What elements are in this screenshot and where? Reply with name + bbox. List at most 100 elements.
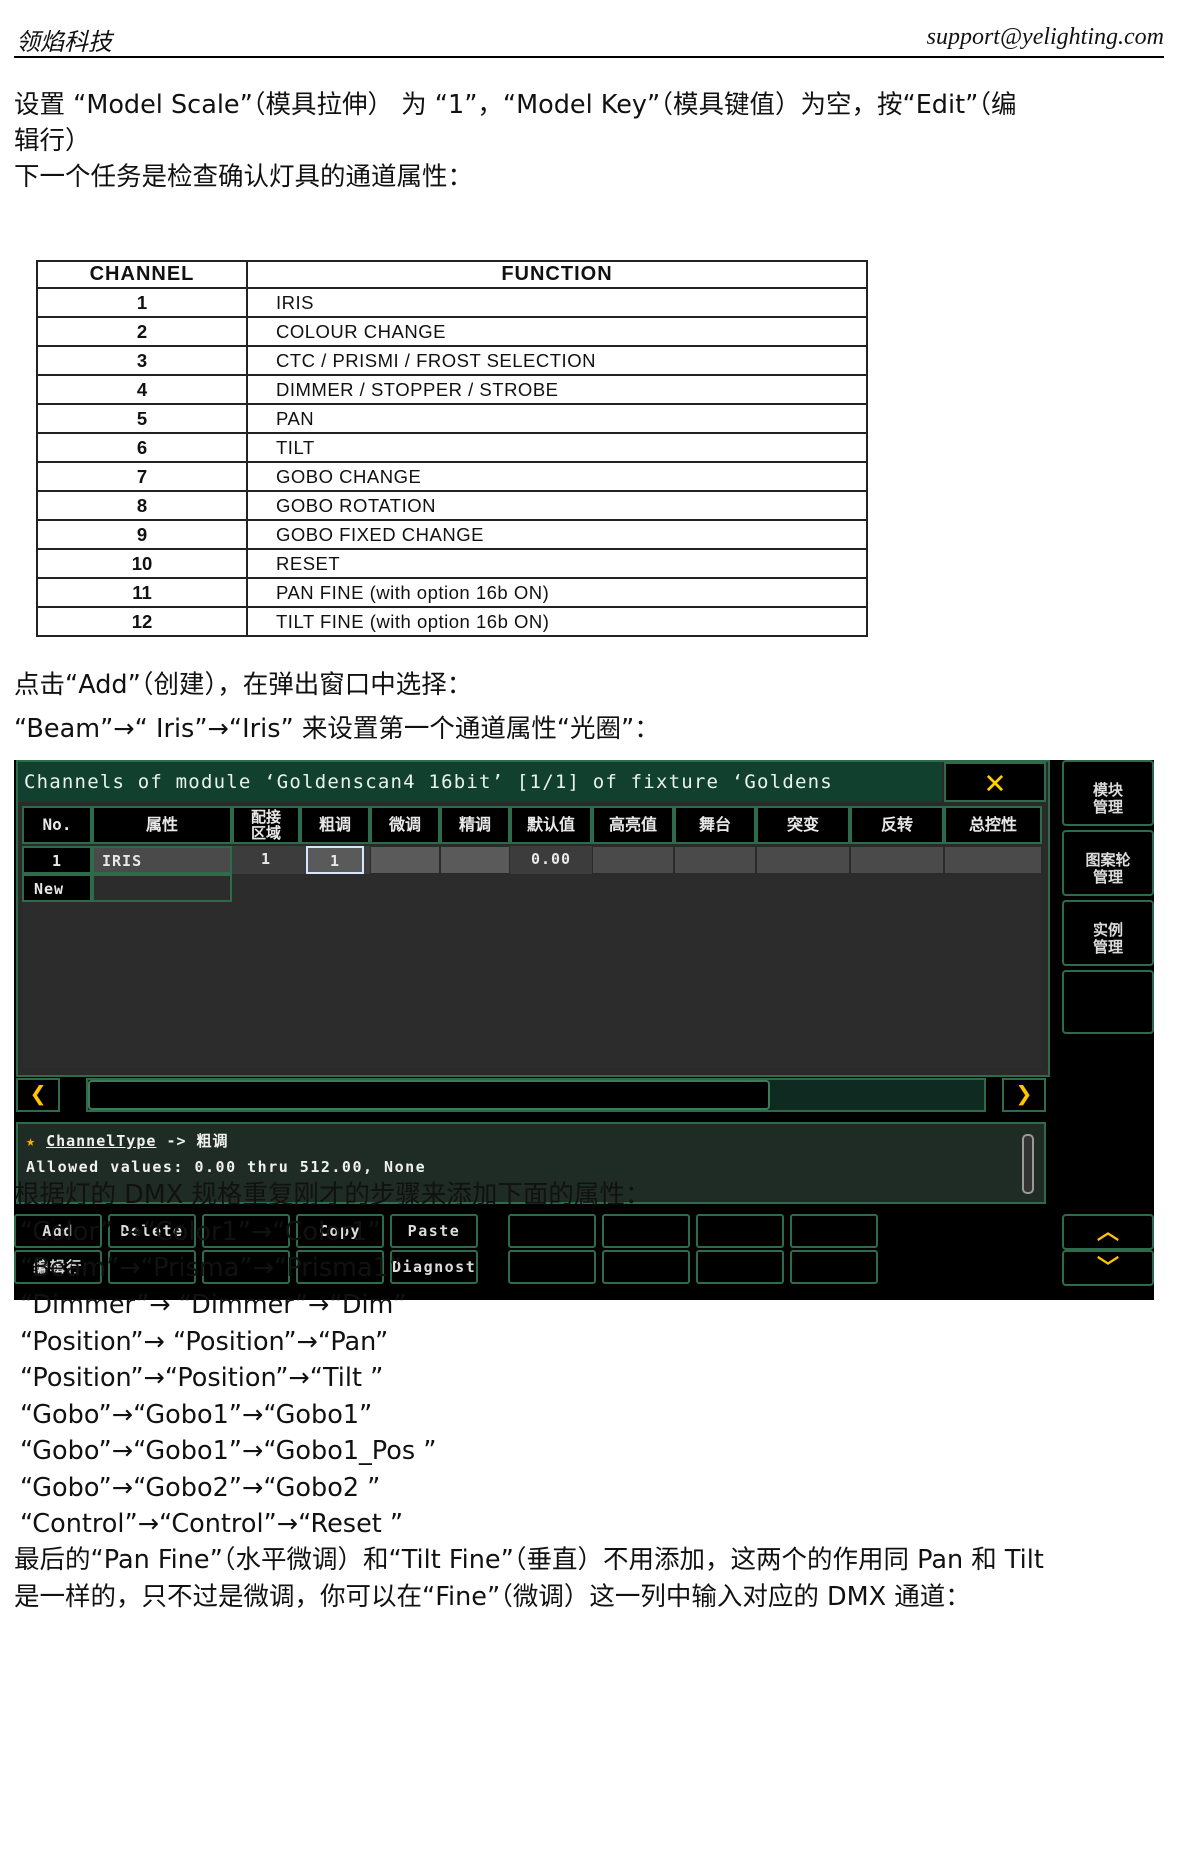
- module-manage-label: 模块 管理: [1092, 781, 1123, 816]
- col-header-no[interactable]: No.: [22, 806, 92, 844]
- channel-type-link[interactable]: ChannelType: [46, 1132, 156, 1150]
- channel-function: IRIS: [246, 287, 868, 318]
- star-icon: ★: [26, 1132, 37, 1150]
- table-row: 9 GOBO FIXED CHANGE: [36, 519, 868, 550]
- horizontal-scrollbar[interactable]: ❮ ❯: [16, 1078, 1046, 1114]
- paragraph-click-add: 点击“Add”（创建），在弹出窗口中选择：: [14, 670, 473, 700]
- row-zone-cell[interactable]: 1: [232, 846, 300, 874]
- row-ultra-cell[interactable]: [440, 846, 510, 874]
- channel-function: GOBO FIXED CHANGE: [246, 519, 868, 550]
- paragraph-repeat-steps: 根据灯的 DMX 规格重复刚才的步骤来添加下面的属性：: [14, 1180, 651, 1210]
- channel-number: 9: [36, 519, 248, 550]
- list-item: “Gobo”→“Gobo1”→“Gobo1_Pos ”: [20, 1436, 437, 1466]
- empty-button-5[interactable]: [790, 1214, 878, 1248]
- channel-number: 3: [36, 345, 248, 376]
- support-email: support@yelighting.com: [926, 24, 1164, 50]
- paragraph-beam-iris: “Beam”→“ Iris”→“Iris” 来设置第一个通道属性“光圈”：: [14, 714, 660, 744]
- col-header-zone[interactable]: 配接 区域: [232, 806, 300, 844]
- table-row: 12 TILT FINE (with option 16b ON): [36, 606, 868, 637]
- empty-button-2[interactable]: [508, 1214, 596, 1248]
- col-header-highlight[interactable]: 高亮值: [592, 806, 674, 844]
- new-row-attribute-cell[interactable]: [92, 874, 232, 902]
- paragraph-fine-column: 是一样的，只不过是微调，你可以在“Fine”（微调）这一列中输入对应的 DMX …: [14, 1582, 971, 1612]
- channel-function: TILT FINE (with option 16b ON): [246, 606, 868, 637]
- list-item: “Control”→“Control”→“Reset ”: [20, 1509, 404, 1539]
- list-item: “Position”→“Position”→“Tilt ”: [20, 1363, 384, 1393]
- table-row: 3 CTC / PRISMI / FROST SELECTION: [36, 345, 868, 376]
- paragraph-model-scale-cont: 辑行）: [14, 126, 91, 156]
- row-highlight-cell[interactable]: [592, 846, 674, 874]
- diagnostics-button[interactable]: Diagnosti: [390, 1250, 478, 1284]
- list-item: “Position”→ “Position”→“Pan”: [20, 1327, 389, 1357]
- row-coarse-cell[interactable]: 1: [306, 846, 364, 874]
- window-title: Channels of module ‘Goldenscan4 16bit’ […: [18, 762, 942, 802]
- channel-function: CTC / PRISMI / FROST SELECTION: [246, 345, 868, 376]
- chevron-up-icon[interactable]: ︿: [1062, 1214, 1154, 1250]
- col-header-coarse[interactable]: 粗调: [300, 806, 370, 844]
- channel-number: 12: [36, 606, 248, 637]
- empty-button-12[interactable]: [790, 1250, 878, 1284]
- channel-function: PAN: [246, 403, 868, 434]
- col-header-attribute[interactable]: 属性: [92, 806, 232, 844]
- empty-button-11[interactable]: [696, 1250, 784, 1284]
- list-item: “Gobo”→“Gobo1”→“Gobo1”: [20, 1400, 373, 1430]
- table-header-channel: CHANNEL: [36, 260, 248, 289]
- row-snap-cell[interactable]: [756, 846, 850, 874]
- chevron-right-icon[interactable]: ❯: [1002, 1078, 1046, 1112]
- channel-number: 11: [36, 577, 248, 608]
- col-header-fine[interactable]: 微调: [370, 806, 440, 844]
- instance-manage-label: 实例 管理: [1092, 921, 1123, 956]
- row-attribute-cell[interactable]: IRIS: [92, 846, 232, 874]
- table-row: 5 PAN: [36, 403, 868, 434]
- channel-function: GOBO CHANGE: [246, 461, 868, 492]
- list-item: “Beam”→“Prisma”→“Prisma1”: [20, 1253, 403, 1283]
- channel-number: 5: [36, 403, 248, 434]
- gobo-wheel-manage-button[interactable]: 图案轮 管理: [1062, 830, 1154, 896]
- empty-button-4[interactable]: [696, 1214, 784, 1248]
- row-stage-cell[interactable]: [674, 846, 756, 874]
- channel-function: GOBO ROTATION: [246, 490, 868, 521]
- row-no-cell[interactable]: 1: [22, 846, 92, 874]
- close-x-icon[interactable]: ✕: [944, 762, 1046, 802]
- row-invert-cell[interactable]: [850, 846, 944, 874]
- channel-function: COLOUR CHANGE: [246, 316, 868, 347]
- empty-side-button[interactable]: [1062, 970, 1154, 1034]
- channels-window: Channels of module ‘Goldenscan4 16bit’ […: [16, 760, 1050, 1077]
- table-row: 10 RESET: [36, 548, 868, 579]
- col-header-stage[interactable]: 舞台: [674, 806, 756, 844]
- table-row: 2 COLOUR CHANGE: [36, 316, 868, 347]
- col-header-ultra[interactable]: 精调: [440, 806, 510, 844]
- empty-button-9[interactable]: [508, 1250, 596, 1284]
- chevron-left-icon[interactable]: ❮: [16, 1078, 60, 1112]
- channel-number: 1: [36, 287, 248, 318]
- col-header-snap[interactable]: 突变: [756, 806, 850, 844]
- row-default-cell[interactable]: 0.00: [510, 846, 592, 874]
- list-item: “Gobo”→“Gobo2”→“Gobo2 ”: [20, 1473, 381, 1503]
- channel-number: 10: [36, 548, 248, 579]
- scroll-thumb[interactable]: [88, 1080, 770, 1110]
- table-header-function: FUNCTION: [246, 260, 868, 289]
- channel-number: 2: [36, 316, 248, 347]
- col-header-default[interactable]: 默认值: [510, 806, 592, 844]
- paragraph-model-scale: 设置 “Model Scale”（模具拉伸） 为 “1”，“Model Key”…: [14, 90, 1017, 120]
- col-header-invert[interactable]: 反转: [850, 806, 944, 844]
- empty-button-10[interactable]: [602, 1250, 690, 1284]
- row-master-cell[interactable]: [944, 846, 1042, 874]
- table-row: 4 DIMMER / STOPPER / STROBE: [36, 374, 868, 405]
- chevron-down-icon[interactable]: ﹀: [1062, 1250, 1154, 1286]
- paste-button[interactable]: Paste: [390, 1214, 478, 1248]
- channel-number: 8: [36, 490, 248, 521]
- new-row-button[interactable]: New: [22, 874, 92, 902]
- company-name: 领焰科技: [16, 28, 112, 56]
- gobo-wheel-manage-label: 图案轮 管理: [1085, 851, 1131, 886]
- channel-function: RESET: [246, 548, 868, 579]
- col-header-master[interactable]: 总控性: [944, 806, 1042, 844]
- info-scrollbar[interactable]: [1022, 1134, 1034, 1194]
- instance-manage-button[interactable]: 实例 管理: [1062, 900, 1154, 966]
- channel-number: 6: [36, 432, 248, 463]
- table-row: 7 GOBO CHANGE: [36, 461, 868, 492]
- module-manage-button[interactable]: 模块 管理: [1062, 760, 1154, 826]
- row-fine-cell[interactable]: [370, 846, 440, 874]
- empty-button-3[interactable]: [602, 1214, 690, 1248]
- table-row: 8 GOBO ROTATION: [36, 490, 868, 521]
